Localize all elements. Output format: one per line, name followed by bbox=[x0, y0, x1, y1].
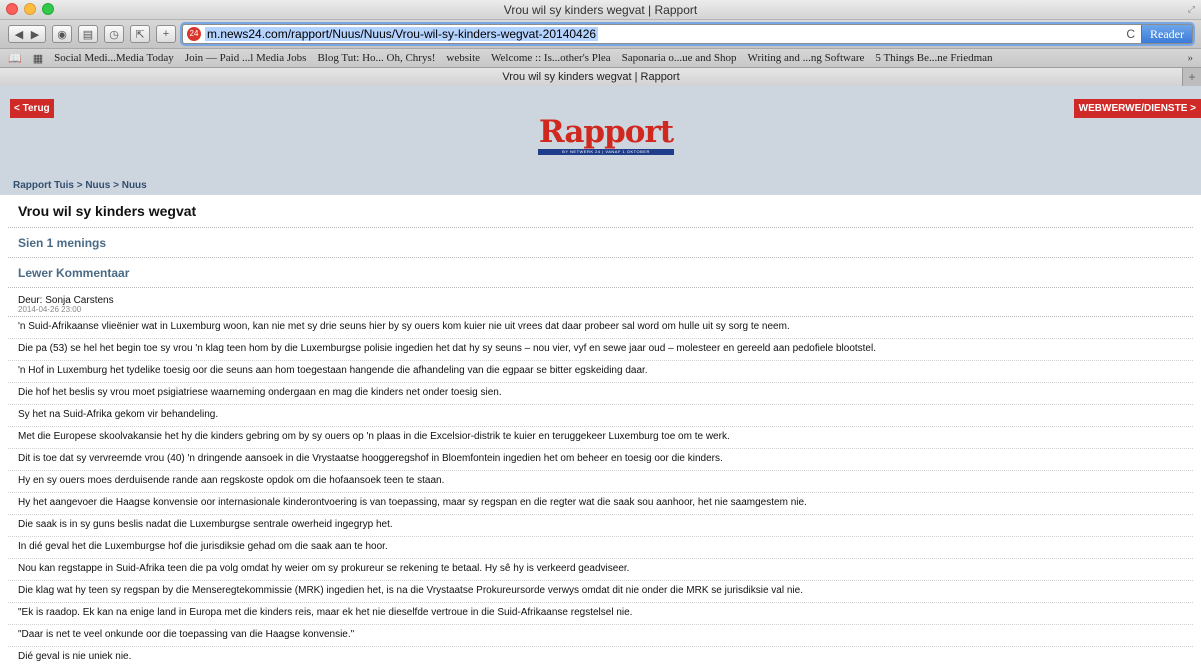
window-titlebar: Vrou wil sy kinders wegvat | Rapport ⤢ bbox=[0, 0, 1201, 20]
article-paragraph: 'n Hof in Luxemburg het tydelike toesig … bbox=[8, 361, 1193, 383]
add-comment-link[interactable]: Lewer Kommentaar bbox=[8, 258, 1193, 288]
article-paragraph: Hy het aangevoer die Haagse konvensie oo… bbox=[8, 493, 1193, 515]
reading-list-icon[interactable]: 📖 bbox=[8, 52, 22, 65]
tab-active[interactable]: Vrou wil sy kinders wegvat | Rapport bbox=[0, 68, 1183, 86]
reload-icon[interactable]: C bbox=[1126, 27, 1135, 41]
top-sites-icon: ◉ bbox=[57, 28, 67, 41]
bookmark-item[interactable]: Writing and ...ng Software bbox=[748, 52, 865, 64]
article-paragraph: Die klag wat hy teen sy regspan by die M… bbox=[8, 581, 1193, 603]
article-paragraph: Dit is toe dat sy vervreemde vrou (40) '… bbox=[8, 449, 1193, 471]
article-paragraph: Die saak is in sy guns beslis nadat die … bbox=[8, 515, 1193, 537]
fullscreen-icon[interactable]: ⤢ bbox=[1188, 4, 1195, 15]
bookmarks-bar: 📖 ▦ Social Medi...Media Today Join — Pai… bbox=[0, 49, 1201, 68]
article-paragraph: Die pa (53) se hel het begin toe sy vrou… bbox=[8, 339, 1193, 361]
view-comments-link[interactable]: Sien 1 menings bbox=[8, 228, 1193, 258]
article-paragraph: Hy en sy ouers moes derduisende rande aa… bbox=[8, 471, 1193, 493]
byline: Deur: Sonja Carstens 2014-04-26 23:00 bbox=[8, 288, 1193, 314]
back-button[interactable]: < Terug bbox=[10, 99, 54, 118]
breadcrumb[interactable]: Rapport Tuis > Nuus > Nuus bbox=[13, 180, 147, 191]
bookmark-item[interactable]: Join — Paid ...l Media Jobs bbox=[185, 52, 307, 64]
share-icon: ⇱ bbox=[135, 28, 145, 41]
services-button[interactable]: WEBWERWE/DIENSTE > bbox=[1073, 99, 1201, 118]
forward-arrow-icon[interactable]: ▶ bbox=[31, 28, 39, 41]
article-paragraph: Nou kan regstappe in Suid-Afrika teen di… bbox=[8, 559, 1193, 581]
share-button[interactable]: ⇱ bbox=[130, 25, 150, 43]
article-body: 'n Suid-Afrikaanse vlieënier wat in Luxe… bbox=[8, 317, 1193, 668]
tab-bar: Vrou wil sy kinders wegvat | Rapport + bbox=[0, 68, 1201, 87]
site-favicon-icon: 24 bbox=[187, 27, 201, 41]
back-arrow-icon[interactable]: ◀ bbox=[15, 28, 23, 41]
rapport-logo[interactable]: Rapport BY NETWERK 24 | VANAF 1 OKTOBER bbox=[538, 116, 674, 155]
back-forward-buttons[interactable]: ◀ ▶ bbox=[8, 25, 46, 43]
bookmark-item[interactable]: Welcome :: Is...other's Plea bbox=[491, 52, 611, 64]
print-button[interactable]: ▤ bbox=[78, 25, 98, 43]
bookmark-item[interactable]: website bbox=[446, 52, 480, 64]
article-content: Vrou wil sy kinders wegvat Sien 1 mening… bbox=[8, 195, 1193, 668]
article-paragraph: In dié geval het die Luxemburgse hof die… bbox=[8, 537, 1193, 559]
article-paragraph: Die hof het beslis sy vrou moet psigiatr… bbox=[8, 383, 1193, 405]
more-bookmarks-icon[interactable]: » bbox=[1188, 52, 1194, 64]
clock-icon: ◷ bbox=[109, 28, 119, 41]
logo-wordmark: Rapport bbox=[538, 114, 674, 150]
add-bookmark-button[interactable]: + bbox=[156, 25, 176, 43]
article-paragraph: "Ek is raadop. Ek kan na enige land in E… bbox=[8, 603, 1193, 625]
url-input[interactable]: m.news24.com/rapport/Nuus/Nuus/Vrou-wil-… bbox=[205, 27, 599, 41]
reader-button[interactable]: Reader bbox=[1141, 25, 1192, 43]
article-paragraph: Sy het na Suid-Afrika gekom vir behandel… bbox=[8, 405, 1193, 427]
publish-date: 2014-04-26 23:00 bbox=[18, 305, 82, 314]
window-title: Vrou wil sy kinders wegvat | Rapport bbox=[503, 3, 698, 17]
print-icon: ▤ bbox=[82, 28, 94, 41]
bookmark-item[interactable]: 5 Things Be...ne Friedman bbox=[875, 52, 992, 64]
history-button[interactable]: ◷ bbox=[104, 25, 124, 43]
address-bar[interactable]: 24 m.news24.com/rapport/Nuus/Nuus/Vrou-w… bbox=[182, 24, 1193, 44]
article-paragraph: Met die Europese skoolvakansie het hy di… bbox=[8, 427, 1193, 449]
bookmark-item[interactable]: Saponaria o...ue and Shop bbox=[622, 52, 737, 64]
article-paragraph: "Daar is net te veel onkunde oor die toe… bbox=[8, 625, 1193, 647]
plus-icon: + bbox=[162, 28, 170, 40]
article-title: Vrou wil sy kinders wegvat bbox=[8, 195, 1193, 228]
article-paragraph: Dié geval is nie uniek nie. bbox=[8, 647, 1193, 668]
bookmark-item[interactable]: Social Medi...Media Today bbox=[54, 52, 174, 64]
web-page: < Terug WEBWERWE/DIENSTE > Rapport BY NE… bbox=[0, 86, 1201, 668]
article-paragraph: 'n Suid-Afrikaanse vlieënier wat in Luxe… bbox=[8, 317, 1193, 339]
new-tab-icon[interactable]: + bbox=[1183, 68, 1201, 86]
bookmark-item[interactable]: Blog Tut: Ho... Oh, Chrys! bbox=[317, 52, 435, 64]
browser-toolbar: ◀ ▶ ◉ ▤ ◷ ⇱ + 24 m.news24.com/rapport/Nu… bbox=[0, 20, 1201, 49]
top-sites-grid-icon[interactable]: ▦ bbox=[33, 52, 43, 65]
top-sites-button[interactable]: ◉ bbox=[52, 25, 72, 43]
site-header: < Terug WEBWERWE/DIENSTE > Rapport BY NE… bbox=[0, 86, 1201, 195]
